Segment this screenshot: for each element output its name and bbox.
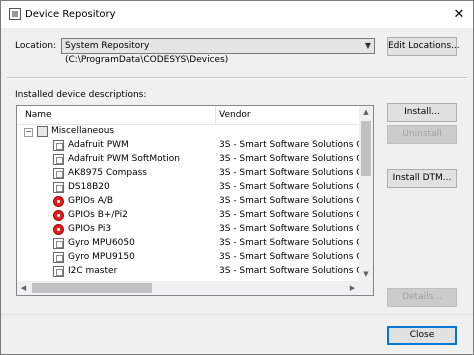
device-repository-window: Device Repository ✕ Location: System Rep…: [0, 0, 474, 355]
vertical-scroll-thumb[interactable]: [361, 121, 371, 176]
tree-row-name: AK8975 Compass: [68, 168, 147, 178]
uninstall-button[interactable]: Uninstall: [387, 125, 457, 144]
tree-row[interactable]: DS18B20 3S - Smart Software Solutions Gm…: [17, 181, 359, 195]
tree-row[interactable]: GPIOs B+/Pi2 3S - Smart Software Solutio…: [17, 209, 359, 223]
tree-row-vendor: 3S - Smart Software Solutions GmbH: [219, 154, 359, 164]
collapse-icon[interactable]: −: [24, 128, 33, 137]
device-icon: [53, 168, 64, 179]
device-icon: [53, 140, 64, 151]
scroll-left-icon[interactable]: ◀: [17, 281, 30, 295]
tree-row[interactable]: AK8975 Compass 3S - Smart Software Solut…: [17, 167, 359, 181]
details-button[interactable]: Details...: [387, 288, 457, 307]
scroll-up-icon[interactable]: ▲: [359, 106, 373, 119]
device-icon: [53, 238, 64, 249]
gpio-icon: [53, 224, 64, 235]
tree-row[interactable]: − Miscellaneous: [17, 125, 359, 139]
device-icon: [53, 252, 64, 263]
tree-row[interactable]: Gyro MPU9150 3S - Smart Software Solutio…: [17, 251, 359, 265]
tree-row-name: DS18B20: [68, 182, 110, 192]
install-dtm-button[interactable]: Install DTM...: [387, 169, 457, 188]
tree-row-name: I2C master: [68, 266, 117, 276]
column-header-vendor[interactable]: Vendor: [219, 110, 251, 120]
tree-row[interactable]: GPIOs A/B 3S - Smart Software Solutions …: [17, 195, 359, 209]
horizontal-scroll-thumb[interactable]: [32, 283, 152, 293]
scroll-down-icon[interactable]: ▼: [359, 268, 373, 281]
title-bar[interactable]: Device Repository ✕: [1, 1, 473, 28]
tree-header: Name Vendor: [17, 106, 359, 125]
location-select-value: System Repository: [65, 40, 149, 52]
tree-row-name: Gyro MPU9150: [68, 252, 135, 262]
install-button[interactable]: Install...: [387, 103, 457, 122]
device-icon: [53, 266, 64, 277]
location-select[interactable]: System Repository ▼: [61, 38, 375, 54]
scrollbar-corner: [359, 281, 373, 295]
tree-row-vendor: 3S - Smart Software Solutions GmbH: [219, 252, 359, 262]
column-divider[interactable]: [215, 106, 216, 124]
chevron-down-icon: ▼: [365, 40, 371, 52]
device-icon: [53, 182, 64, 193]
tree-row-vendor: 3S - Smart Software Solutions GmbH: [219, 140, 359, 150]
folder-icon: [37, 126, 48, 137]
vertical-scrollbar[interactable]: ▲ ▼: [359, 106, 373, 281]
column-header-name[interactable]: Name: [25, 110, 52, 120]
edit-locations-button[interactable]: Edit Locations...: [387, 37, 457, 56]
tree-row[interactable]: GPIOs Pi3 3S - Smart Software Solutions …: [17, 223, 359, 237]
tree-row-vendor: 3S - Smart Software Solutions GmbH: [219, 266, 359, 276]
tree-row-name: GPIOs B+/Pi2: [68, 210, 128, 220]
tree-row-name: GPIOs A/B: [68, 196, 113, 206]
location-label: Location:: [15, 41, 56, 51]
installed-descriptions-label: Installed device descriptions:: [15, 90, 146, 100]
tree-row-name: Miscellaneous: [51, 126, 114, 136]
tree-row-vendor: 3S - Smart Software Solutions GmbH: [219, 238, 359, 248]
separator: [7, 77, 467, 79]
tree-row-name: GPIOs Pi3: [68, 224, 111, 234]
device-tree[interactable]: Name Vendor − Miscellaneous Adafruit PWM…: [16, 105, 374, 296]
gpio-icon: [53, 210, 64, 221]
tree-row-vendor: 3S - Smart Software Solutions GmbH: [219, 210, 359, 220]
tree-row[interactable]: Gyro MPU6050 3S - Smart Software Solutio…: [17, 237, 359, 251]
gpio-icon: [53, 196, 64, 207]
device-icon: [53, 154, 64, 165]
app-icon: [9, 8, 21, 20]
close-button[interactable]: Close: [387, 326, 457, 345]
location-path: (C:\ProgramData\CODESYS\Devices): [65, 55, 228, 65]
tree-row-vendor: 3S - Smart Software Solutions GmbH: [219, 168, 359, 178]
tree-row-name: Adafruit PWM: [68, 140, 129, 150]
tree-row-vendor: 3S - Smart Software Solutions GmbH: [219, 196, 359, 206]
tree-row-vendor: 3S - Smart Software Solutions GmbH: [219, 224, 359, 234]
window-title: Device Repository: [25, 8, 116, 21]
footer-divider: [1, 314, 473, 315]
tree-row[interactable]: Adafruit PWM 3S - Smart Software Solutio…: [17, 139, 359, 153]
tree-row-name: Adafruit PWM SoftMotion: [68, 154, 180, 164]
tree-row-name: Gyro MPU6050: [68, 238, 135, 248]
close-window-icon[interactable]: ✕: [451, 7, 467, 23]
scroll-right-icon[interactable]: ▶: [346, 281, 359, 295]
tree-row[interactable]: Adafruit PWM SoftMotion 3S - Smart Softw…: [17, 153, 359, 167]
tree-row[interactable]: I2C master 3S - Smart Software Solutions…: [17, 265, 359, 279]
horizontal-scrollbar[interactable]: ◀ ▶: [17, 281, 359, 295]
tree-row-vendor: 3S - Smart Software Solutions GmbH: [219, 182, 359, 192]
